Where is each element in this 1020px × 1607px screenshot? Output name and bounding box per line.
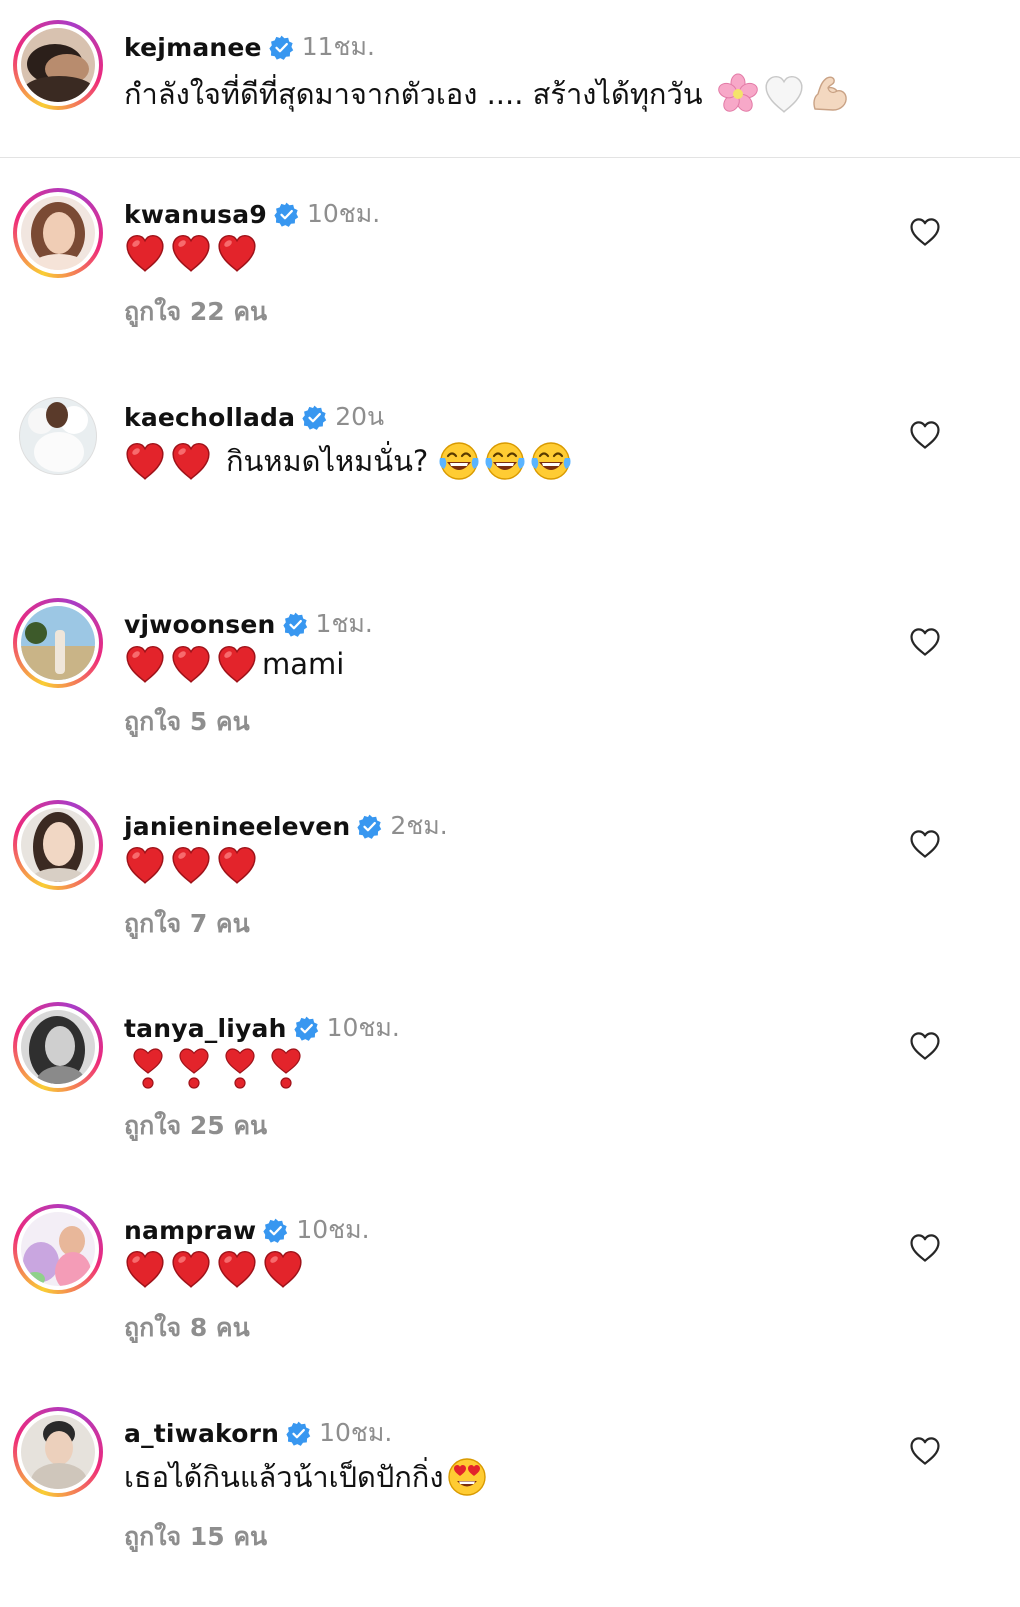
verified-badge-icon <box>286 1421 311 1446</box>
avatar-ring[interactable] <box>13 1002 103 1092</box>
likes-count[interactable]: ถูกใจ 8 คน <box>124 1308 250 1348</box>
heart-outline-icon[interactable] <box>908 1435 942 1467</box>
username[interactable]: kaechollada <box>124 403 295 432</box>
heart-exclamation-icon <box>176 1046 212 1090</box>
face-with-tears-of-joy-icon <box>438 440 480 482</box>
verified-badge-icon <box>283 612 308 637</box>
comment-text <box>124 844 262 886</box>
comment-body: กินหมดไหมนั่น? <box>226 444 429 478</box>
timestamp: 20น <box>335 402 385 431</box>
timestamp: 11ชม. <box>301 32 375 61</box>
smiling-face-with-heart-eyes-icon <box>446 1456 488 1498</box>
red-heart-icon <box>170 643 212 685</box>
red-heart-icon <box>124 440 166 482</box>
avatar[interactable] <box>19 397 97 475</box>
likes-count[interactable]: ถูกใจ 25 คน <box>124 1106 267 1146</box>
avatar[interactable] <box>21 1010 95 1084</box>
timestamp: 1ชม. <box>315 609 373 638</box>
avatar[interactable] <box>21 196 95 270</box>
timestamp: 2ชม. <box>390 811 448 840</box>
avatar-ring[interactable] <box>13 188 103 278</box>
verified-badge-icon <box>357 814 382 839</box>
cherry-blossom-icon <box>717 73 759 115</box>
verified-badge-icon <box>294 1016 319 1041</box>
flexed-biceps-icon <box>809 73 851 115</box>
comment-body: เธอได้กินแล้วน้าเป็ดปักกิ่ง <box>124 1460 444 1494</box>
red-heart-icon <box>216 643 258 685</box>
red-heart-icon <box>124 844 166 886</box>
avatar[interactable] <box>21 808 95 882</box>
verified-badge-icon <box>263 1218 288 1243</box>
timestamp: 10ชม. <box>326 1013 400 1042</box>
avatar[interactable] <box>21 606 95 680</box>
comment-body: mami <box>262 647 345 681</box>
likes-count[interactable]: ถูกใจ 7 คน <box>124 904 250 944</box>
verified-badge-icon <box>302 405 327 430</box>
username[interactable]: tanya_liyah <box>124 1014 287 1043</box>
username[interactable]: a_tiwakorn <box>124 1419 279 1448</box>
face-with-tears-of-joy-icon <box>530 440 572 482</box>
red-heart-icon <box>262 1248 304 1290</box>
heart-outline-icon[interactable] <box>908 1232 942 1264</box>
red-heart-icon <box>216 844 258 886</box>
timestamp: 10ชม. <box>296 1215 370 1244</box>
avatar-ring[interactable] <box>13 20 103 110</box>
avatar[interactable] <box>21 1415 95 1489</box>
avatar[interactable] <box>21 28 95 102</box>
comment-text: เธอได้กินแล้วน้าเป็ดปักกิ่ง <box>124 1455 492 1499</box>
verified-badge-icon <box>269 35 294 60</box>
likes-count[interactable]: ถูกใจ 15 คน <box>124 1517 267 1557</box>
red-heart-icon <box>170 844 212 886</box>
post-caption: kejmanee 11ชม. กำลังใจที่ดีที่สุดมาจากตั… <box>0 0 1020 158</box>
comment-text: mami <box>124 642 350 686</box>
username[interactable]: kejmanee <box>124 33 262 62</box>
username[interactable]: kwanusa9 <box>124 200 267 229</box>
red-heart-icon <box>216 232 258 274</box>
heart-outline-icon[interactable] <box>908 419 942 451</box>
heart-exclamation-icon <box>268 1046 304 1090</box>
red-heart-icon <box>124 232 166 274</box>
white-heart-icon <box>763 73 805 115</box>
red-heart-icon <box>216 1248 258 1290</box>
red-heart-icon <box>170 1248 212 1290</box>
username[interactable]: vjwoonsen <box>124 610 276 639</box>
avatar-ring[interactable] <box>13 1204 103 1294</box>
comment-text <box>124 1248 308 1290</box>
comment-text <box>124 232 262 274</box>
avatar-ring[interactable] <box>13 598 103 688</box>
verified-badge-icon <box>274 202 299 227</box>
heart-exclamation-icon <box>222 1046 258 1090</box>
likes-count[interactable]: ถูกใจ 5 คน <box>124 702 250 742</box>
heart-exclamation-icon <box>130 1046 166 1090</box>
heart-outline-icon[interactable] <box>908 1030 942 1062</box>
timestamp: 10ชม. <box>319 1418 393 1447</box>
red-heart-icon <box>124 1248 166 1290</box>
comment-text: กินหมดไหมนั่น? <box>124 439 576 483</box>
avatar-ring[interactable] <box>13 800 103 890</box>
red-heart-icon <box>170 232 212 274</box>
caption-text-line: กำลังใจที่ดีที่สุดมาจากตัวเอง .... สร้าง… <box>124 72 855 116</box>
avatar-ring[interactable] <box>13 391 103 481</box>
username[interactable]: nampraw <box>124 1216 256 1245</box>
face-with-tears-of-joy-icon <box>484 440 526 482</box>
avatar[interactable] <box>21 1212 95 1286</box>
caption-text: กำลังใจที่ดีที่สุดมาจากตัวเอง .... สร้าง… <box>124 77 703 111</box>
heart-outline-icon[interactable] <box>908 626 942 658</box>
likes-count[interactable]: ถูกใจ 22 คน <box>124 292 267 332</box>
red-heart-icon <box>170 440 212 482</box>
comment-text <box>130 1046 314 1090</box>
heart-outline-icon[interactable] <box>908 216 942 248</box>
avatar-ring[interactable] <box>13 1407 103 1497</box>
timestamp: 10ชม. <box>306 199 381 228</box>
heart-outline-icon[interactable] <box>908 828 942 860</box>
red-heart-icon <box>124 643 166 685</box>
username[interactable]: janienineeleven <box>124 812 350 841</box>
